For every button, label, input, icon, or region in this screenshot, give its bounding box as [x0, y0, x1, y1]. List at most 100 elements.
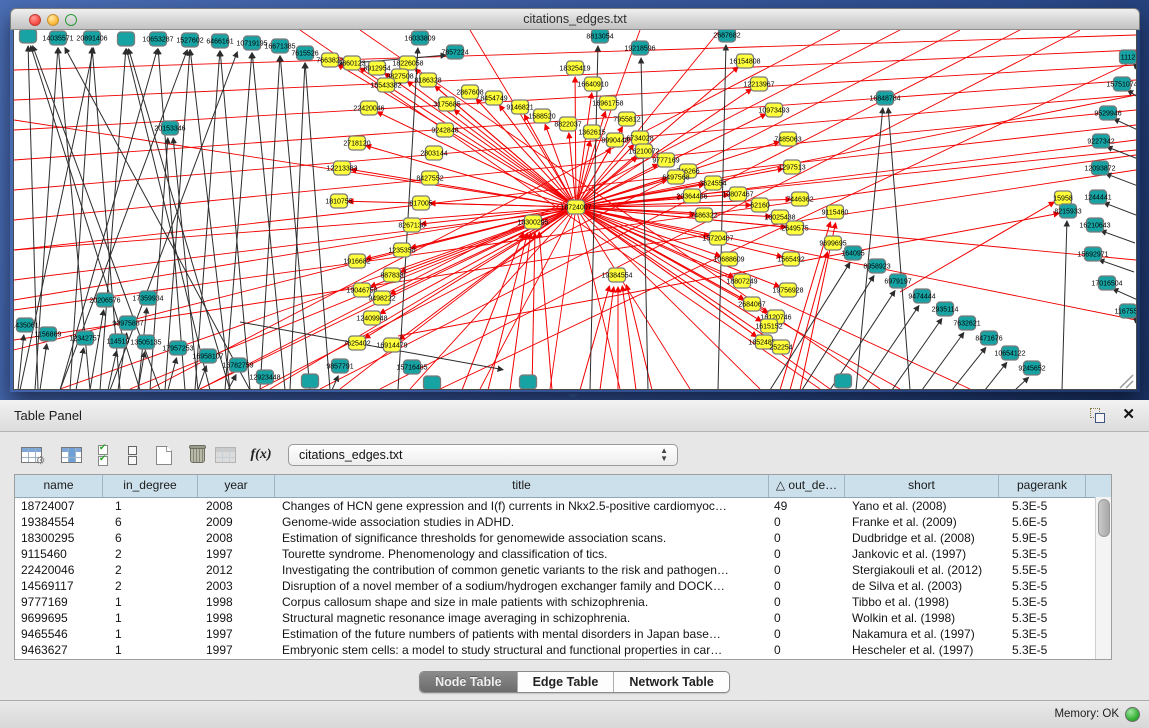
graph-node-20891406[interactable]: 20891406: [76, 31, 107, 45]
graph-node-7955812[interactable]: 7955812: [613, 112, 640, 126]
table-row[interactable]: 911546021997Tourette syndrome. Phenomeno…: [15, 546, 1111, 562]
table-row[interactable]: 1456911722003Disruption of a novel membe…: [15, 578, 1111, 594]
graph-node[interactable]: [20, 30, 37, 43]
graph-node-8813054[interactable]: 8813054: [586, 30, 613, 43]
graph-node-1244441[interactable]: 1244441: [1084, 190, 1111, 204]
table-row[interactable]: 946554611997Estimation of the future num…: [15, 626, 1111, 642]
graph-node-10719195[interactable]: 10719195: [236, 36, 267, 50]
tab-node-table[interactable]: Node Table: [420, 672, 517, 692]
graph-node-2718120[interactable]: 2718120: [343, 136, 370, 150]
graph-node-9245652[interactable]: 9245652: [1018, 361, 1045, 375]
graph-node-2935114[interactable]: 2935114: [932, 302, 959, 316]
graph-node-12409948[interactable]: 12409948: [356, 311, 387, 325]
graph-node-19218596[interactable]: 19218596: [624, 41, 655, 55]
select-rows-button[interactable]: [92, 442, 114, 468]
graph-node-15692971[interactable]: 15692971: [1077, 247, 1108, 261]
table-row[interactable]: 977716911998Corpus callosum shape and si…: [15, 594, 1111, 610]
splitter-handle[interactable]: [568, 394, 578, 399]
graph-node-12093872[interactable]: 12093872: [1084, 161, 1115, 175]
column-header-4[interactable]: △ out_de…: [769, 475, 845, 497]
graph-node-17016504[interactable]: 17016504: [1091, 276, 1122, 290]
graph-node-14035571[interactable]: 14035571: [42, 31, 73, 45]
graph-node-15958[interactable]: 15958: [1053, 191, 1073, 205]
window-titlebar[interactable]: citations_edges.txt: [10, 8, 1140, 30]
graph-node-7625402[interactable]: 7625402: [343, 336, 370, 350]
graph-node-20364486[interactable]: 20364486: [676, 189, 707, 203]
graph-node-9857791[interactable]: 9857791: [326, 359, 353, 373]
graph-node-20206576[interactable]: 20206576: [89, 293, 120, 307]
graph-node-10653287[interactable]: 10653287: [142, 32, 173, 46]
delete-column-button[interactable]: [186, 442, 208, 468]
graph-node-114519[interactable]: 114519: [107, 334, 130, 348]
graph-node-1112[interactable]: 1112: [1120, 50, 1137, 64]
graph-node-7632621[interactable]: 7632621: [953, 316, 980, 330]
graph-node-10654122[interactable]: 10654122: [994, 346, 1025, 360]
graph-node-252254[interactable]: 252254: [769, 340, 792, 354]
function-builder-button[interactable]: f(x): [246, 442, 276, 468]
graph-node-8186328[interactable]: 8186328: [414, 73, 441, 87]
graph-node-13505135[interactable]: 13505135: [130, 335, 161, 349]
graph-node-164095[interactable]: 164095: [841, 246, 864, 260]
graph-node-1810755[interactable]: 1810755: [325, 194, 352, 208]
column-visibility-button[interactable]: [58, 442, 84, 468]
scrollbar-thumb[interactable]: [1098, 499, 1110, 537]
graph-node-8471676[interactable]: 8471676: [975, 331, 1002, 345]
graph-node-12213967[interactable]: 12213967: [743, 77, 774, 91]
graph-node-3175685[interactable]: 3175685: [433, 97, 460, 111]
table-row[interactable]: 946362711997Embryonic stem cells: a mode…: [15, 642, 1111, 658]
graph-node-9699695[interactable]: 9699695: [819, 236, 846, 250]
new-column-button[interactable]: [152, 442, 176, 468]
graph-node-16154808[interactable]: 16154808: [729, 54, 760, 68]
graph-node-16210643[interactable]: 16210643: [1079, 218, 1110, 232]
graph-node[interactable]: [118, 32, 135, 46]
table-mode-button[interactable]: ⚙: [18, 442, 44, 468]
column-header-5[interactable]: short: [845, 475, 999, 497]
graph-node-18325419[interactable]: 18325419: [559, 61, 590, 75]
graph-node-19384554[interactable]: 19384554: [601, 268, 632, 282]
graph-node[interactable]: [424, 376, 441, 389]
graph-node[interactable]: [835, 374, 852, 388]
column-header-6[interactable]: pagerank: [999, 475, 1086, 497]
network-graph[interactable]: 1872400776638229860123891295418226058982…: [14, 30, 1136, 389]
network-canvas[interactable]: 1872400776638229860123891295418226058982…: [13, 30, 1137, 390]
graph-node-15751074[interactable]: 15751074: [1106, 77, 1136, 91]
table-row[interactable]: 1830029562008Estimation of significance …: [15, 530, 1111, 546]
table-row[interactable]: 1872400712008Changes of HCN gene express…: [15, 498, 1111, 514]
graph-node-6979197[interactable]: 6979197: [884, 274, 911, 288]
graph-node-62160[interactable]: 62160: [750, 198, 770, 212]
graph-node-2687682[interactable]: 2687682: [713, 30, 740, 42]
graph-node[interactable]: [302, 374, 319, 388]
graph-node-12923448[interactable]: 12923448: [249, 370, 280, 384]
graph-node-8215933[interactable]: 8215933: [1054, 204, 1081, 218]
graph-node[interactable]: [520, 375, 537, 389]
column-header-3[interactable]: title: [275, 475, 769, 497]
graph-node-9529946[interactable]: 9529946: [1094, 106, 1121, 120]
graph-node-9474444[interactable]: 9474444: [908, 289, 935, 303]
graph-node-19756928[interactable]: 19756928: [772, 283, 803, 297]
graph-node-817005[interactable]: 817005: [409, 196, 432, 210]
graph-node-7446362[interactable]: 7446362: [786, 192, 813, 206]
graph-node-9146821[interactable]: 9146821: [506, 100, 533, 114]
table-row[interactable]: 2242004622012Investigating the contribut…: [15, 562, 1111, 578]
close-panel-icon[interactable]: ✕: [1122, 405, 1135, 423]
graph-node-2803144[interactable]: 2803144: [420, 146, 447, 160]
graph-node-10688609[interactable]: 10688609: [713, 252, 744, 266]
row-height-button[interactable]: [124, 442, 140, 468]
tab-edge-table[interactable]: Edge Table: [518, 672, 615, 692]
column-header-0[interactable]: name: [15, 475, 103, 497]
resize-grip[interactable]: [1120, 375, 1133, 388]
graph-node-16033809[interactable]: 16033809: [404, 31, 435, 45]
graph-node-1916682[interactable]: 1916682: [343, 254, 370, 268]
graph-node-1565492[interactable]: 1565492: [777, 252, 804, 266]
vertical-scrollbar[interactable]: [1095, 497, 1111, 659]
float-panel-icon[interactable]: [1090, 408, 1105, 423]
table-row[interactable]: 969969511998Structural magnetic resonanc…: [15, 610, 1111, 626]
column-header-2[interactable]: year: [198, 475, 275, 497]
graph-node-15716485[interactable]: 15716485: [396, 360, 427, 374]
graph-node-887833[interactable]: 887833: [380, 268, 403, 282]
graph-node-20153346[interactable]: 20153346: [154, 121, 185, 135]
column-header-1[interactable]: in_degree: [103, 475, 198, 497]
memory-status-icon[interactable]: [1125, 707, 1140, 722]
table-row[interactable]: 1938455462009Genome-wide association stu…: [15, 514, 1111, 530]
network-table-select[interactable]: citations_edges.txt ▲▼: [288, 444, 678, 466]
